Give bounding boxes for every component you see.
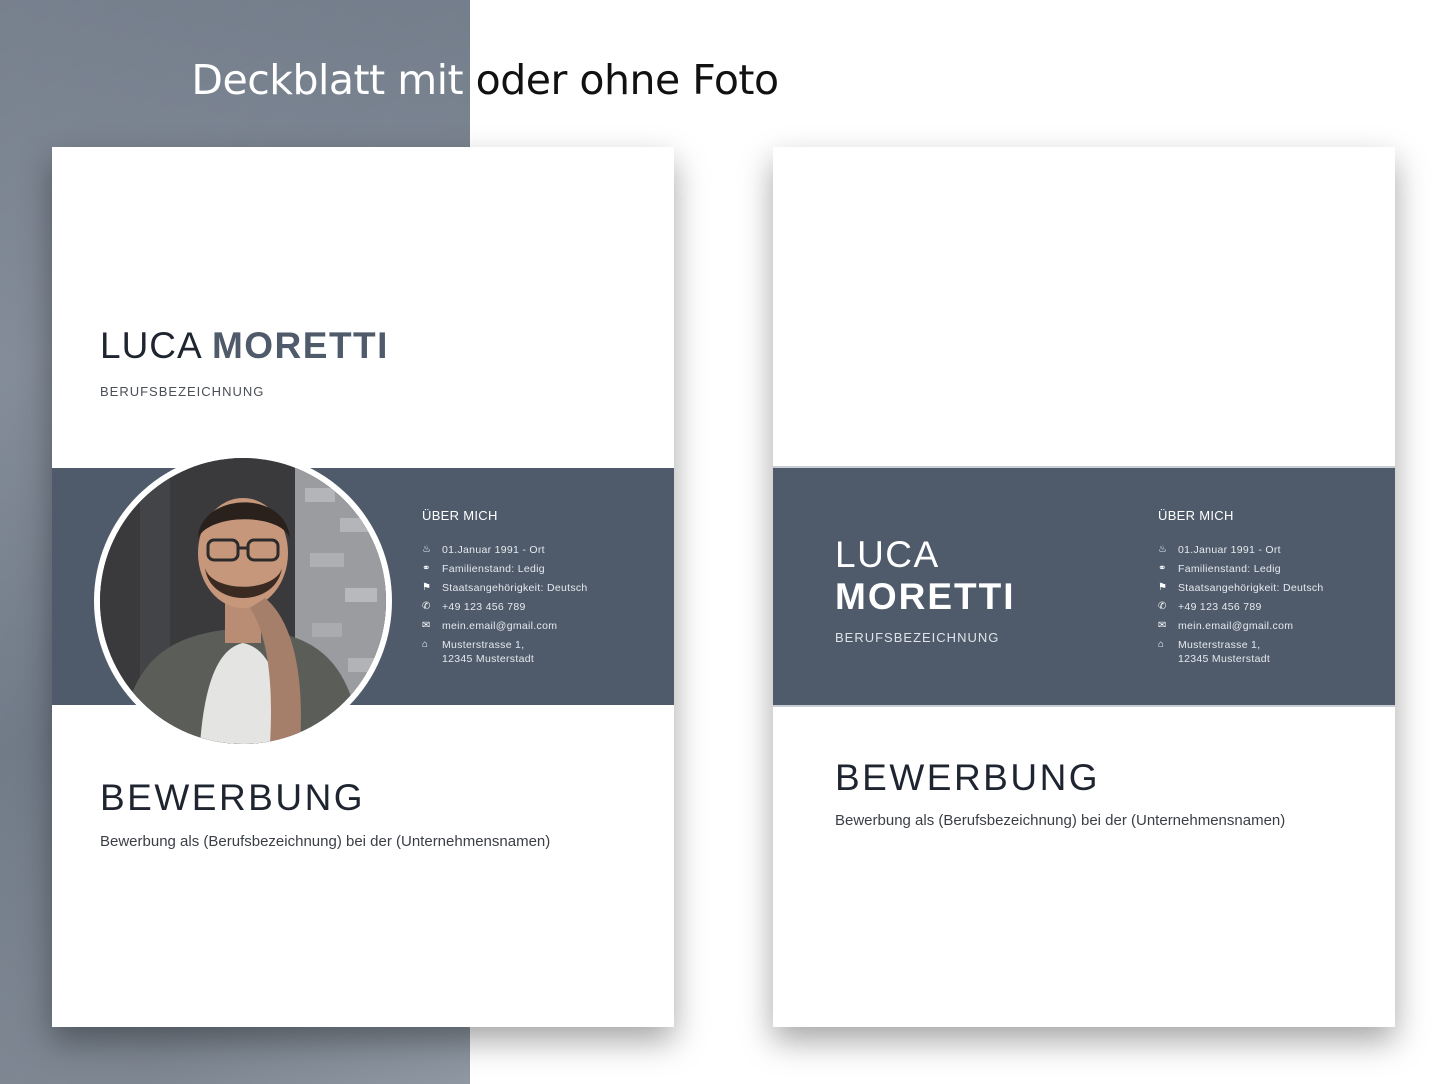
- info-marital-status: ⚭ Familienstand: Ledig: [422, 563, 545, 575]
- rings-icon: ⚭: [1158, 563, 1167, 574]
- job-title: BERUFSBEZEICHNUNG: [835, 630, 1000, 645]
- first-name: LUCA: [100, 325, 201, 366]
- info-email: ✉ mein.email@gmail.com: [1158, 620, 1294, 632]
- page-headline: Deckblatt mit oder ohne Foto: [0, 56, 970, 104]
- last-name: MORETTI: [211, 325, 389, 366]
- info-nationality: ⚑ Staatsangehörigkeit: Deutsch: [422, 582, 588, 594]
- home-icon: ⌂: [422, 639, 429, 650]
- headline-part-white: Deckblatt mit: [191, 56, 476, 104]
- flag-icon: ⚑: [422, 582, 432, 593]
- home-icon: ⌂: [1158, 639, 1165, 650]
- about-section: ÜBER MICH ♨ 01.Januar 1991 - Ort ⚭ Famil…: [1158, 508, 1324, 671]
- info-nationality: ⚑ Staatsangehörigkeit: Deutsch: [1158, 582, 1324, 594]
- info-address: ⌂ Musterstrasse 1, 12345 Musterstadt: [1158, 638, 1324, 666]
- about-section: ÜBER MICH ♨ 01.Januar 1991 - Ort ⚭ Famil…: [422, 508, 588, 671]
- first-name: LUCA: [835, 534, 940, 575]
- address-line-1: Musterstrasse 1,: [442, 639, 525, 651]
- info-birthday: ♨ 01.Januar 1991 - Ort: [422, 544, 545, 556]
- profile-photo-image: [100, 458, 386, 744]
- headline-part-black: oder ohne Foto: [475, 56, 779, 104]
- envelope-icon: ✉: [422, 620, 431, 631]
- address-line-2: 12345 Musterstadt: [1178, 653, 1271, 665]
- application-subtitle: Bewerbung als (Berufsbezeichnung) bei de…: [835, 812, 1286, 829]
- cover-page-with-photo: LUCA MORETTI BERUFSBEZEICHNUNG ÜBER MICH…: [52, 147, 674, 1027]
- info-marital-status: ⚭ Familienstand: Ledig: [1158, 563, 1281, 575]
- rings-icon: ⚭: [422, 563, 431, 574]
- address-line-1: Musterstrasse 1,: [1178, 639, 1261, 651]
- envelope-icon: ✉: [1158, 620, 1167, 631]
- info-band: LUCA MORETTI BERUFSBEZEICHNUNG ÜBER MICH…: [773, 466, 1395, 707]
- birthday-cake-icon: ♨: [422, 544, 432, 555]
- birthday-cake-icon: ♨: [1158, 544, 1168, 555]
- info-email: ✉ mein.email@gmail.com: [422, 620, 558, 632]
- applicant-name: LUCA MORETTI: [100, 325, 389, 367]
- phone-icon: ✆: [1158, 601, 1167, 612]
- last-name: MORETTI: [835, 576, 1016, 617]
- applicant-name: LUCA MORETTI: [835, 534, 1015, 618]
- info-birthday: ♨ 01.Januar 1991 - Ort: [1158, 544, 1281, 556]
- info-phone: ✆ +49 123 456 789: [1158, 601, 1262, 613]
- portrait-illustration: [100, 458, 386, 744]
- flag-icon: ⚑: [1158, 582, 1168, 593]
- application-subtitle: Bewerbung als (Berufsbezeichnung) bei de…: [100, 833, 551, 850]
- about-title: ÜBER MICH: [422, 508, 498, 523]
- application-title: BEWERBUNG: [100, 777, 366, 818]
- application-title: BEWERBUNG: [835, 757, 1101, 798]
- job-title: BERUFSBEZEICHNUNG: [100, 384, 265, 399]
- cover-page-without-photo: LUCA MORETTI BERUFSBEZEICHNUNG ÜBER MICH…: [773, 147, 1395, 1027]
- profile-photo: [94, 452, 392, 750]
- phone-icon: ✆: [422, 601, 431, 612]
- about-title: ÜBER MICH: [1158, 508, 1234, 523]
- address-line-2: 12345 Musterstadt: [442, 653, 535, 665]
- info-address: ⌂ Musterstrasse 1, 12345 Musterstadt: [422, 638, 588, 666]
- info-phone: ✆ +49 123 456 789: [422, 601, 526, 613]
